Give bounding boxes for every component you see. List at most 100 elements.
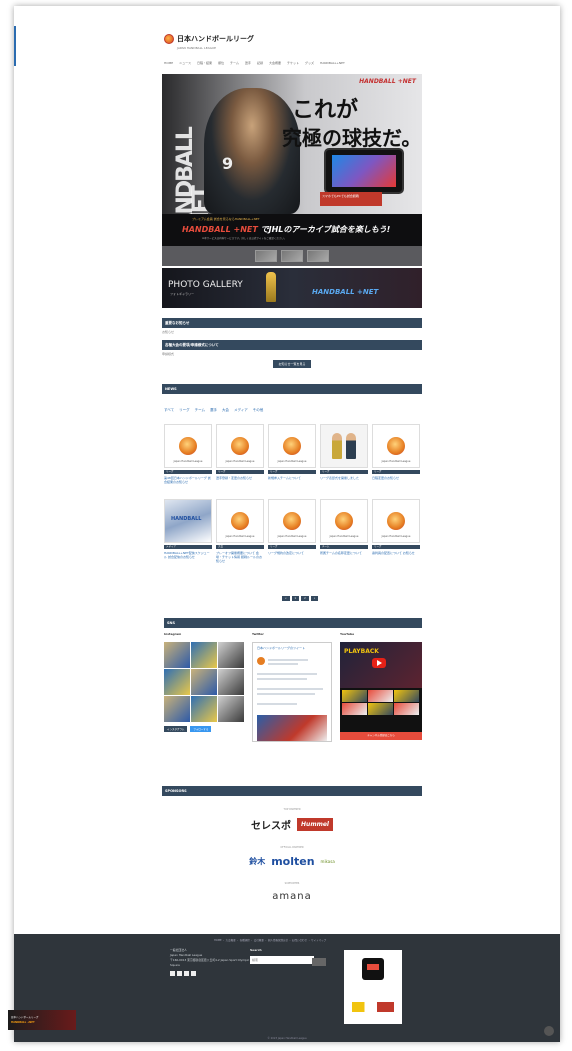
youtube-video-thumb[interactable] [368,690,393,702]
tab-team[interactable]: チーム [195,408,205,413]
news-title[interactable]: プレーオフ開催概要について 会場・チケット情報 観戦ルールのお知らせ [216,551,264,563]
tab-other[interactable]: その他 [253,408,264,413]
news-promo-image [164,499,212,543]
news-heading: NEWS [162,384,422,394]
scroll-to-top-button[interactable] [544,1026,554,1036]
news-card[interactable]: Japan Handball League リーグ 審判員の配置について お知ら… [372,499,420,572]
twitter-timeline[interactable]: 日本ハンドボールリーグのツイート [252,642,332,742]
sponsor-logo-amana[interactable]: amana [272,891,311,902]
news-title[interactable]: 新規参入チームについて [268,476,316,480]
news-card[interactable]: Japan Handball League リーグ リーグ規約の改定について [268,499,316,572]
sponsor-logo-molten[interactable]: molten [271,855,314,868]
news-card[interactable]: Japan Handball League 大会 プレーオフ開催概要について 会… [216,499,264,572]
nav-item-tickets[interactable]: チケット [287,61,299,65]
news-card[interactable]: Japan Handball League チーム 所属チームの名称変更について [320,499,368,572]
emblem-caption: Japan Handball League [329,535,359,538]
slider-thumb[interactable] [307,250,329,262]
league-emblem-icon [387,437,405,455]
notice2-text[interactable]: 申請様式 [162,352,422,356]
slider-thumbnails [162,246,422,266]
pager-next[interactable]: » [310,596,319,601]
pager-prev[interactable]: « [282,596,290,601]
sponsor-logo-hummel[interactable]: Hummel [297,818,333,831]
nav-item-goods[interactable]: グッズ [305,61,314,65]
sponsor-logo-suzuki[interactable]: 鈴木 [249,856,265,867]
youtube-video-thumb[interactable] [342,690,367,702]
youtube-video-thumb[interactable] [394,703,419,715]
nav-item-schedule[interactable]: 日程・結果 [197,61,212,65]
news-title[interactable]: リーグ規約の改定について [268,551,316,555]
tab-media[interactable]: メディア [234,408,248,413]
tweet-image[interactable] [257,715,327,741]
nav-item-home[interactable]: HOME [164,61,173,65]
news-card[interactable]: Japan Handball League リーグ 日程変更のお知らせ [372,424,420,497]
floating-banner-text: 日本ハンドボールリーグ [11,1016,39,1019]
sponsor-logo-ceresports[interactable]: セレスポ [251,817,291,832]
news-category: メディア [164,545,212,549]
notice-text[interactable]: お知らせ [162,330,422,334]
pager-page-2[interactable]: 2 [301,596,309,601]
hero-banner[interactable]: HANDBALL +NET 9 HANDBALL +NET これが 究極の球技だ… [162,74,422,246]
nav-item-teams[interactable]: チーム [230,61,239,65]
youtube-video-thumb[interactable] [368,703,393,715]
notice-more-button[interactable]: お知らせ一覧を見る [272,360,312,368]
floating-banner[interactable]: 日本ハンドボールリーグ HANDBALL +NET [8,1010,76,1030]
slider-thumb[interactable] [255,250,277,262]
facebook-icon[interactable] [170,971,175,976]
instagram-follow-button[interactable]: フォローする [190,726,212,732]
youtube-icon[interactable] [191,971,196,976]
twitter-icon[interactable] [177,971,182,976]
nav-item-about[interactable]: 大会概要 [269,61,281,65]
instagram-photo[interactable] [218,696,244,722]
tab-player[interactable]: 選手 [210,408,217,413]
footer-nav[interactable]: HOME ・ 大会概要 ・ 各種規程 ・ 会社概要 ・ 個人情報保護方針 ・ お… [214,938,326,942]
news-title[interactable]: 所属チームの名称変更について [320,551,368,555]
tab-all[interactable]: すべて [164,408,174,413]
gallery-subtitle: フォトギャラリー [170,292,195,296]
news-card[interactable]: Japan Handball League リーグ 新規参入チームについて [268,424,316,497]
site-logo[interactable]: 日本ハンドボールリーグ [164,34,254,44]
youtube-play-icon[interactable] [372,658,386,668]
instagram-photo[interactable] [191,669,217,695]
photo-gallery-banner[interactable]: PHOTO GALLERY フォトギャラリー HANDBALL +NET [162,268,422,308]
slider-thumb[interactable] [281,250,303,262]
nav-item-handball-net[interactable]: HANDBALL+NET [320,61,345,65]
instagram-link-button[interactable]: インスタグラム [164,726,188,732]
news-title[interactable]: HANDBALL+NET配信スケジュール 試合配信のお知らせ [164,551,212,559]
news-card[interactable]: リーグ リーグ表彰式を開催しました [320,424,368,497]
nav-item-news[interactable]: ニュース [179,61,191,65]
hero-callout: スマホでもPCでも試合観戦 [320,192,382,206]
instagram-photo[interactable] [191,642,217,668]
nav-item-standings[interactable]: 順位 [218,61,224,65]
tab-league[interactable]: リーグ [179,408,190,413]
footer-badge[interactable] [344,950,402,1024]
nav-item-players[interactable]: 選手 [245,61,251,65]
instagram-photo[interactable] [218,669,244,695]
news-title[interactable]: リーグ表彰式を開催しました [320,476,368,480]
news-title[interactable]: 審判員の配置について お知らせ [372,551,420,555]
instagram-icon[interactable] [184,971,189,976]
news-title[interactable]: 日程変更のお知らせ [372,476,420,480]
instagram-photo[interactable] [164,696,190,722]
search-input[interactable] [250,956,314,964]
news-card[interactable]: Japan Handball League リーグ 第48回日本ハンドボールリー… [164,424,212,497]
news-title[interactable]: 第48回日本ハンドボールリーグ 試合結果のお知らせ [164,476,212,484]
tab-tournament[interactable]: 大会 [222,408,229,413]
league-emblem-icon [335,512,353,530]
news-title[interactable]: 選手登録・変更のお知らせ [216,476,264,480]
instagram-photo[interactable] [191,696,217,722]
youtube-subscribe-button[interactable]: チャンネル登録はこちら [340,732,422,740]
sponsor-logo-mikasa[interactable]: mikasa [321,859,335,864]
instagram-photo[interactable] [218,642,244,668]
youtube-embed[interactable]: PLAYBACK [340,642,422,732]
youtube-video-thumb[interactable] [394,690,419,702]
instagram-photo[interactable] [164,642,190,668]
search-button[interactable] [312,958,326,966]
news-card[interactable]: Japan Handball League リーグ 選手登録・変更のお知らせ [216,424,264,497]
news-card[interactable]: メディア HANDBALL+NET配信スケジュール 試合配信のお知らせ [164,499,212,572]
instagram-photo[interactable] [164,669,190,695]
nav-item-records[interactable]: 記録 [257,61,263,65]
youtube-video-thumb[interactable] [342,703,367,715]
handball-logo-icon [164,34,174,44]
pager-page-1[interactable]: 1 [291,596,300,601]
